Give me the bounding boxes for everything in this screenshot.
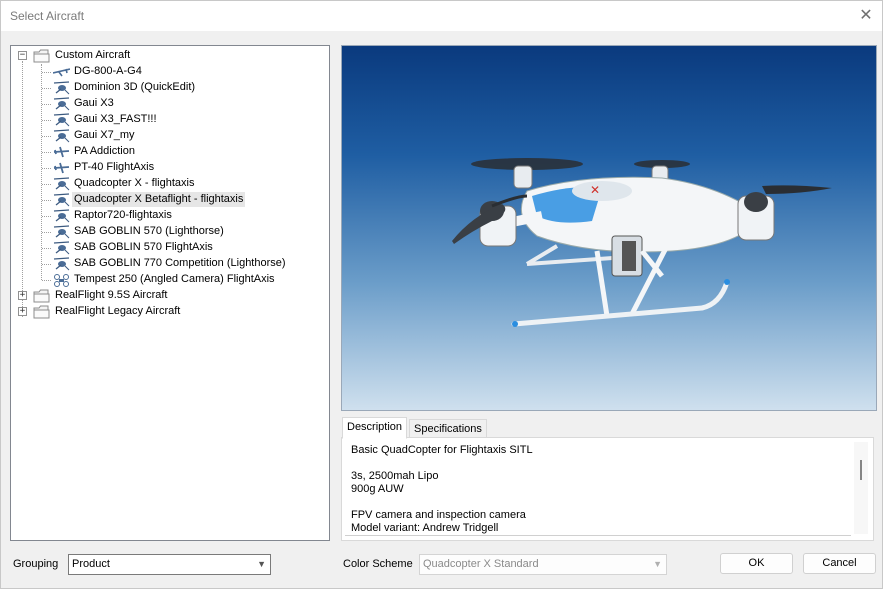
tree-item-aircraft[interactable]: Quadcopter X Betaflight - flightaxis bbox=[72, 192, 246, 207]
description-line: FPV camera and inspection camera bbox=[351, 509, 526, 521]
tree-item-aircraft[interactable]: Gaui X3_FAST!!! bbox=[72, 112, 159, 127]
select-aircraft-dialog: Select Aircraft ✕ − Custom Aircraft DG-800… bbox=[0, 0, 883, 589]
tree-item-aircraft[interactable]: DG-800-A-G4 bbox=[72, 64, 144, 79]
description-text: Basic QuadCopter for Flightaxis SITL 3s, … bbox=[345, 441, 851, 536]
description-line bbox=[351, 496, 845, 509]
color-scheme-label: Color Scheme bbox=[343, 558, 413, 570]
dialog-title: Select Aircraft bbox=[10, 9, 85, 23]
description-line bbox=[351, 457, 845, 470]
heli-icon bbox=[53, 81, 70, 95]
description-line: 3s, 2500mah Lipo bbox=[351, 470, 439, 482]
description-panel: Basic QuadCopter for Flightaxis SITL 3s, … bbox=[341, 437, 874, 541]
quad-icon bbox=[53, 273, 70, 287]
close-icon[interactable]: ✕ bbox=[856, 5, 876, 25]
description-line: Basic QuadCopter for Flightaxis SITL bbox=[351, 444, 533, 456]
description-line: 900g AUW bbox=[351, 483, 404, 495]
folder-icon bbox=[33, 289, 50, 303]
heli-icon bbox=[53, 241, 70, 255]
plane-icon bbox=[53, 145, 70, 159]
heli-icon bbox=[53, 129, 70, 143]
chevron-down-icon: ▼ bbox=[653, 559, 662, 569]
expand-icon[interactable]: + bbox=[18, 307, 27, 316]
tree-item-aircraft[interactable]: Gaui X7_my bbox=[72, 128, 137, 143]
tree-item-aircraft[interactable]: SAB GOBLIN 770 Competition (Lighthorse) bbox=[72, 256, 288, 271]
scrollbar-thumb[interactable] bbox=[860, 460, 862, 480]
ok-button[interactable]: OK bbox=[720, 553, 793, 574]
tree-item-aircraft[interactable]: SAB GOBLIN 570 (Lighthorse) bbox=[72, 224, 226, 239]
tree-item-aircraft[interactable]: PT-40 FlightAxis bbox=[72, 160, 156, 175]
heli-icon bbox=[53, 193, 70, 207]
collapse-icon[interactable]: − bbox=[18, 51, 27, 60]
folder-icon bbox=[33, 49, 50, 63]
plane-icon bbox=[53, 161, 70, 175]
quadcopter-render: ✕ bbox=[452, 158, 832, 327]
grouping-value: Product bbox=[72, 558, 110, 570]
heli-icon bbox=[53, 257, 70, 271]
tree-item-aircraft[interactable]: PA Addiction bbox=[72, 144, 137, 159]
title-bar[interactable]: Select Aircraft ✕ bbox=[1, 1, 882, 31]
aircraft-tree[interactable]: − Custom Aircraft DG-800-A-G4 Dominion 3D (… bbox=[10, 45, 330, 541]
description-line: Model variant: Andrew Tridgell bbox=[351, 522, 499, 534]
tree-item-aircraft[interactable]: Tempest 250 (Angled Camera) FlightAxis bbox=[72, 272, 277, 287]
expand-icon[interactable]: + bbox=[18, 291, 27, 300]
tree-item-aircraft[interactable]: SAB GOBLIN 570 FlightAxis bbox=[72, 240, 215, 255]
description-scrollbar[interactable] bbox=[854, 442, 868, 534]
tree-item-aircraft[interactable]: Dominion 3D (QuickEdit) bbox=[72, 80, 197, 95]
aircraft-preview-image: ✕ bbox=[341, 45, 877, 411]
heli-icon bbox=[53, 113, 70, 127]
tab-specifications[interactable]: Specifications bbox=[409, 419, 487, 439]
color-scheme-value: Quadcopter X Standard bbox=[423, 558, 539, 570]
heli-icon bbox=[53, 225, 70, 239]
tree-folder-label[interactable]: RealFlight 9.5S Aircraft bbox=[53, 288, 170, 303]
svg-text:✕: ✕ bbox=[590, 183, 600, 197]
tree-folder-label[interactable]: Custom Aircraft bbox=[53, 48, 132, 63]
chevron-down-icon: ▼ bbox=[257, 559, 266, 569]
color-scheme-select[interactable]: Quadcopter X Standard ▼ bbox=[419, 554, 667, 575]
cancel-button[interactable]: Cancel bbox=[803, 553, 876, 574]
glider-icon bbox=[52, 65, 71, 79]
heli-icon bbox=[53, 209, 70, 223]
tree-item-aircraft[interactable]: Gaui X3 bbox=[72, 96, 116, 111]
grouping-select[interactable]: Product ▼ bbox=[68, 554, 271, 575]
tree-item-aircraft[interactable]: Raptor720-flightaxis bbox=[72, 208, 174, 223]
heli-icon bbox=[53, 97, 70, 111]
tree-item-aircraft[interactable]: Quadcopter X - flightaxis bbox=[72, 176, 196, 191]
tab-description[interactable]: Description bbox=[342, 417, 408, 439]
tree-folder-label[interactable]: RealFlight Legacy Aircraft bbox=[53, 304, 182, 319]
grouping-label: Grouping bbox=[13, 558, 59, 570]
heli-icon bbox=[53, 177, 70, 191]
folder-icon bbox=[33, 305, 50, 319]
